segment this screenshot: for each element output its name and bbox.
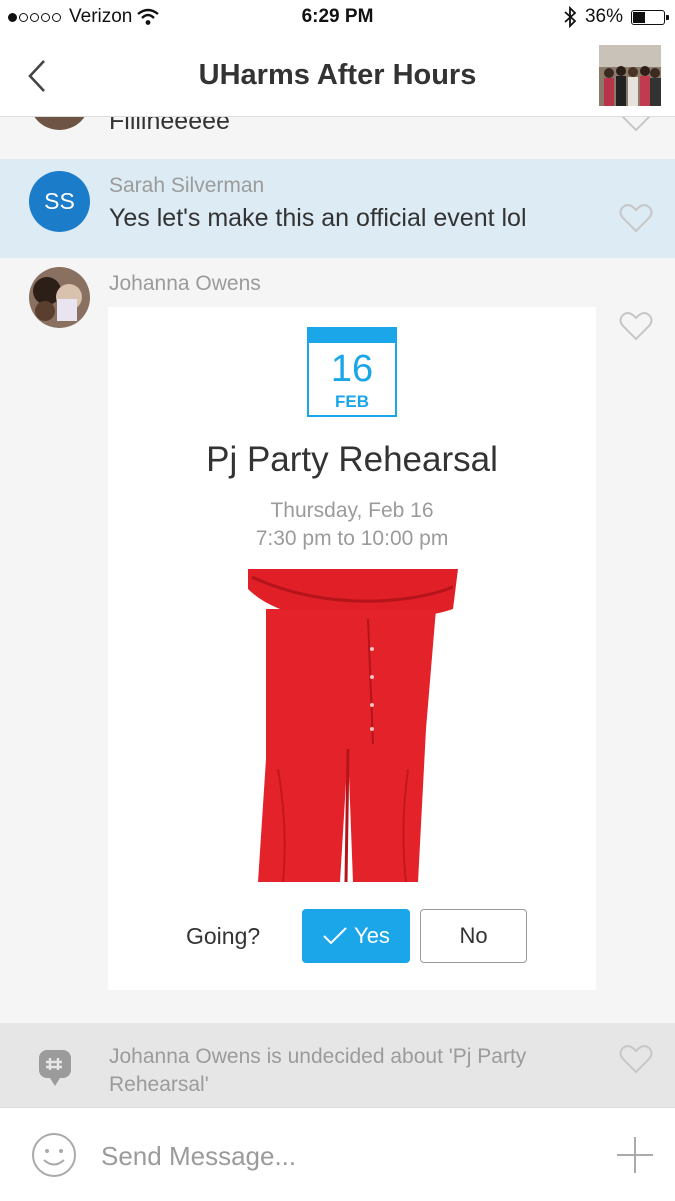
heart-icon[interactable] [619, 117, 653, 133]
battery-percent: 36% [584, 6, 623, 27]
system-text-line-1: Johanna Owens is undecided about 'Pj Par… [109, 1045, 527, 1068]
event-image [248, 569, 458, 882]
heart-icon[interactable] [619, 1043, 653, 1075]
status-bar: Verizon 6:29 PM 36% [0, 0, 675, 36]
heart-icon[interactable] [619, 310, 653, 342]
message-list[interactable]: Fillineeeee SS Sarah Silverman Yes let's… [0, 117, 675, 1107]
calendar-icon: 16 FEB [307, 327, 397, 417]
group-avatar[interactable] [599, 45, 661, 106]
rsvp-no-button[interactable]: No [420, 909, 527, 963]
emoji-icon[interactable] [31, 1132, 77, 1178]
system-message: Johanna Owens is undecided about 'Pj Par… [0, 1023, 675, 1107]
message-item: SS Sarah Silverman Yes let's make this a… [0, 159, 675, 258]
event-title: Pj Party Rehearsal [206, 440, 498, 479]
event-month: FEB [335, 392, 369, 411]
event-card[interactable]: 16 FEB Pj Party Rehearsal Thursday, Feb … [108, 307, 596, 990]
message-item: Johanna Owens 16 FEB Pj Party Rehearsal … [0, 258, 675, 1023]
heart-icon[interactable] [619, 202, 653, 234]
message-text: Fillineeeee [109, 117, 230, 135]
rsvp-yes-label: Yes [354, 923, 390, 948]
avatar-initials: SS [44, 188, 75, 214]
nav-bar: UHarms After Hours [0, 36, 675, 117]
going-label: Going? [186, 923, 261, 949]
message-input[interactable]: Send Message... [101, 1141, 296, 1172]
message-composer: Send Message... [0, 1107, 675, 1201]
rsvp-yes-button[interactable]: Yes [302, 909, 410, 963]
status-right: 36% [563, 6, 669, 28]
page-title: UHarms After Hours [198, 59, 477, 91]
sender-name: Johanna Owens [109, 272, 261, 295]
event-date: Thursday, Feb 16 [270, 499, 434, 522]
avatar[interactable]: SS [29, 171, 90, 232]
message-item: Fillineeeee [0, 117, 675, 159]
system-text-line-2: Rehearsal' [109, 1073, 209, 1096]
message-text: Yes let's make this an official event lo… [109, 204, 527, 232]
avatar[interactable] [29, 267, 90, 328]
event-day: 16 [330, 348, 374, 390]
avatar[interactable] [29, 117, 90, 130]
rsvp-no-label: No [459, 923, 488, 948]
event-datetime: Thursday, Feb 16 7:30 pm to 10:00 pm [108, 497, 596, 553]
system-text: Johanna Owens is undecided about 'Pj Par… [109, 1043, 526, 1099]
plus-icon[interactable] [615, 1135, 655, 1175]
sender-name: Sarah Silverman [109, 174, 265, 197]
groupme-icon [39, 1050, 71, 1086]
bluetooth-icon [564, 6, 577, 28]
event-time: 7:30 pm to 10:00 pm [255, 527, 449, 550]
check-icon [323, 927, 347, 945]
battery-icon [631, 9, 669, 25]
